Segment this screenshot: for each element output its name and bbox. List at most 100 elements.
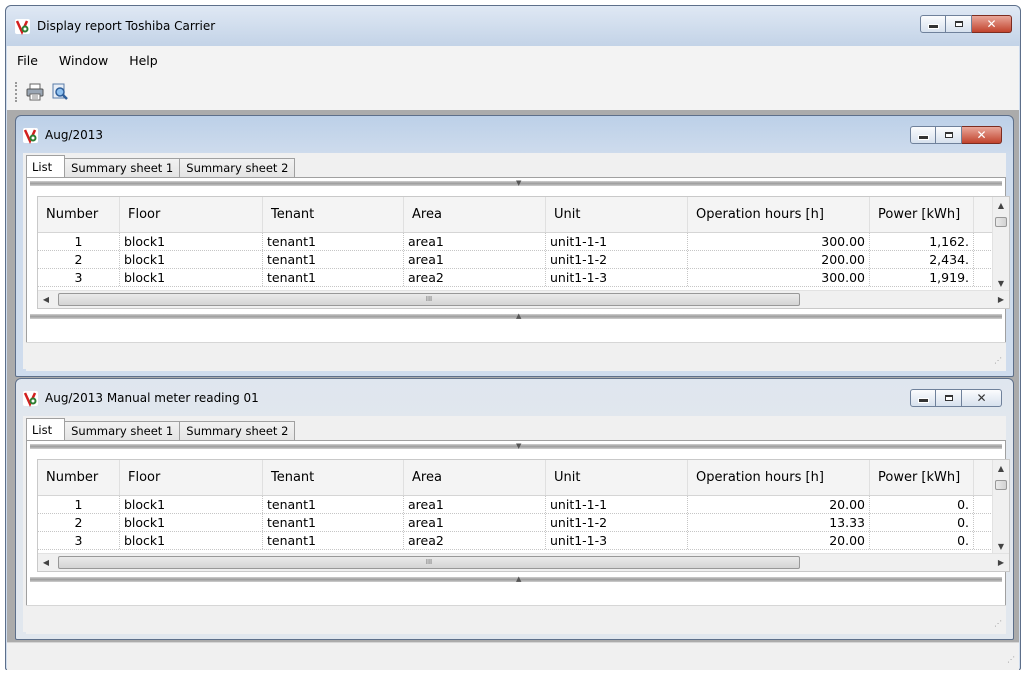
- child-body: List Summary sheet 1 Summary sheet 2 ▼ N…: [23, 416, 1010, 634]
- scroll-up-icon[interactable]: ▲: [993, 460, 1009, 476]
- mdi-area: Aug/2013 ✕ List Summary sheet 1 Summary …: [7, 110, 1019, 642]
- column-header-operation-hours[interactable]: Operation hours [h]: [688, 460, 870, 495]
- child-titlebar[interactable]: Aug/2013 Manual meter reading 01 ✕: [16, 379, 1013, 417]
- column-header-unit[interactable]: Unit: [546, 460, 688, 495]
- splitter-top[interactable]: ▼: [30, 180, 1002, 187]
- column-header-area[interactable]: Area: [404, 460, 546, 495]
- child-window-aug-2013: Aug/2013 ✕ List Summary sheet 1 Summary …: [15, 115, 1014, 377]
- resize-grip-icon[interactable]: ⋰: [994, 620, 1004, 632]
- cell-operation-hours: 13.33: [688, 514, 870, 531]
- column-header-area[interactable]: Area: [404, 197, 546, 232]
- splitter-bottom[interactable]: ▲: [30, 576, 1002, 583]
- tab-summary-sheet-2[interactable]: Summary sheet 2: [179, 158, 296, 177]
- cell-operation-hours: 20.00: [688, 532, 870, 549]
- child-window-controls: ✕: [910, 126, 1002, 144]
- tab-list[interactable]: List: [26, 418, 66, 440]
- scroll-right-icon[interactable]: ▶: [993, 558, 1009, 567]
- maximize-button[interactable]: [936, 126, 962, 144]
- close-icon: ✕: [976, 128, 987, 142]
- close-button[interactable]: ✕: [962, 126, 1002, 144]
- resize-grip-icon[interactable]: ⋰: [1007, 656, 1017, 668]
- tab-summary-sheet-2[interactable]: Summary sheet 2: [179, 421, 296, 440]
- cell-number: 3: [38, 269, 120, 286]
- tab-strip: List Summary sheet 1 Summary sheet 2: [23, 155, 296, 177]
- vertical-scrollbar[interactable]: ▲ ▼: [992, 460, 1009, 554]
- horizontal-scroll-track[interactable]: III: [54, 554, 993, 572]
- scroll-left-icon[interactable]: ◀: [38, 558, 54, 567]
- child-window-manual-meter-reading: Aug/2013 Manual meter reading 01 ✕ List …: [15, 378, 1014, 640]
- horizontal-scrollbar[interactable]: ◀ III ▶: [38, 553, 1009, 571]
- app-logo-icon: [14, 18, 31, 35]
- cell-number: 2: [38, 251, 120, 268]
- child-status-bar: ⋰: [26, 605, 1006, 634]
- table-row[interactable]: 3 block1 tenant1 area2 unit1-1-3 300.00 …: [38, 269, 1009, 287]
- minimize-button[interactable]: [910, 389, 936, 407]
- print-button[interactable]: [24, 81, 46, 103]
- close-icon: ✕: [986, 17, 997, 31]
- cell-power: 0.: [870, 532, 974, 549]
- menu-file[interactable]: File: [17, 53, 38, 68]
- tab-list[interactable]: List: [26, 155, 66, 177]
- minimize-button[interactable]: [910, 126, 936, 144]
- table-row[interactable]: 1 block1 tenant1 area1 unit1-1-1 20.00 0…: [38, 496, 1009, 514]
- main-status-bar: ⋰: [7, 642, 1019, 670]
- scroll-left-icon[interactable]: ◀: [38, 295, 54, 304]
- minimize-button[interactable]: [920, 15, 946, 33]
- vertical-scroll-thumb[interactable]: [995, 480, 1007, 490]
- tab-panel-list: ▼ Number Floor Tenant Area Unit Operatio…: [26, 440, 1010, 608]
- chevron-up-icon: ▲: [516, 312, 522, 320]
- vertical-scroll-thumb[interactable]: [995, 217, 1007, 227]
- column-header-number[interactable]: Number: [38, 197, 120, 232]
- column-header-unit[interactable]: Unit: [546, 197, 688, 232]
- scroll-down-icon[interactable]: ▼: [993, 275, 1009, 291]
- table-row[interactable]: 3 block1 tenant1 area2 unit1-1-3 20.00 0…: [38, 532, 1009, 550]
- horizontal-scroll-track[interactable]: III: [54, 291, 993, 309]
- vertical-scrollbar[interactable]: ▲ ▼: [992, 197, 1009, 291]
- menu-bar: File Window Help: [7, 46, 1019, 74]
- chevron-down-icon: ▼: [516, 442, 522, 450]
- horizontal-scroll-thumb[interactable]: III: [58, 292, 800, 306]
- tab-summary-sheet-1[interactable]: Summary sheet 1: [64, 421, 181, 440]
- grip-icon: III: [425, 558, 433, 566]
- maximize-button[interactable]: [936, 389, 962, 407]
- close-button[interactable]: ✕: [972, 15, 1012, 33]
- scroll-right-icon[interactable]: ▶: [993, 295, 1009, 304]
- menu-help[interactable]: Help: [129, 53, 158, 68]
- table-row[interactable]: 1 block1 tenant1 area1 unit1-1-1 300.00 …: [38, 233, 1009, 251]
- table-row[interactable]: 2 block1 tenant1 area1 unit1-1-2 200.00 …: [38, 251, 1009, 269]
- close-button[interactable]: ✕: [962, 389, 1002, 407]
- column-header-power[interactable]: Power [kWh]: [870, 197, 974, 232]
- horizontal-scroll-thumb[interactable]: III: [58, 555, 800, 569]
- tab-summary-sheet-1[interactable]: Summary sheet 1: [64, 158, 181, 177]
- scroll-down-icon[interactable]: ▼: [993, 538, 1009, 554]
- splitter-bottom[interactable]: ▲: [30, 312, 1002, 320]
- toolbar-grip[interactable]: [15, 82, 18, 102]
- column-header-number[interactable]: Number: [38, 460, 120, 495]
- close-icon: ✕: [976, 391, 987, 405]
- column-header-floor[interactable]: Floor: [120, 460, 263, 495]
- column-header-tenant[interactable]: Tenant: [263, 460, 404, 495]
- child-status-bar: ⋰: [26, 342, 1006, 371]
- resize-grip-icon[interactable]: ⋰: [994, 357, 1004, 369]
- horizontal-scrollbar[interactable]: ◀ III ▶: [38, 290, 1009, 308]
- splitter-top[interactable]: ▼: [30, 442, 1002, 450]
- menu-window[interactable]: Window: [59, 53, 108, 68]
- table-row[interactable]: 2 block1 tenant1 area1 unit1-1-2 13.33 0…: [38, 514, 1009, 532]
- scroll-up-icon[interactable]: ▲: [993, 197, 1009, 213]
- child-titlebar[interactable]: Aug/2013 ✕: [16, 116, 1013, 154]
- column-header-power[interactable]: Power [kWh]: [870, 460, 974, 495]
- cell-number: 1: [38, 233, 120, 250]
- preview-button[interactable]: [49, 81, 71, 103]
- grid-header: Number Floor Tenant Area Unit Operation …: [38, 460, 1009, 496]
- print-icon: [26, 83, 44, 101]
- cell-tenant: tenant1: [263, 251, 404, 268]
- main-titlebar[interactable]: Display report Toshiba Carrier ✕: [6, 6, 1020, 46]
- column-header-tenant[interactable]: Tenant: [263, 197, 404, 232]
- cell-floor: block1: [120, 233, 263, 250]
- maximize-button[interactable]: [946, 15, 972, 33]
- app-logo-icon: [22, 127, 39, 144]
- cell-unit: unit1-1-2: [546, 514, 688, 531]
- column-header-floor[interactable]: Floor: [120, 197, 263, 232]
- column-header-operation-hours[interactable]: Operation hours [h]: [688, 197, 870, 232]
- cell-power: 1,162.: [870, 233, 974, 250]
